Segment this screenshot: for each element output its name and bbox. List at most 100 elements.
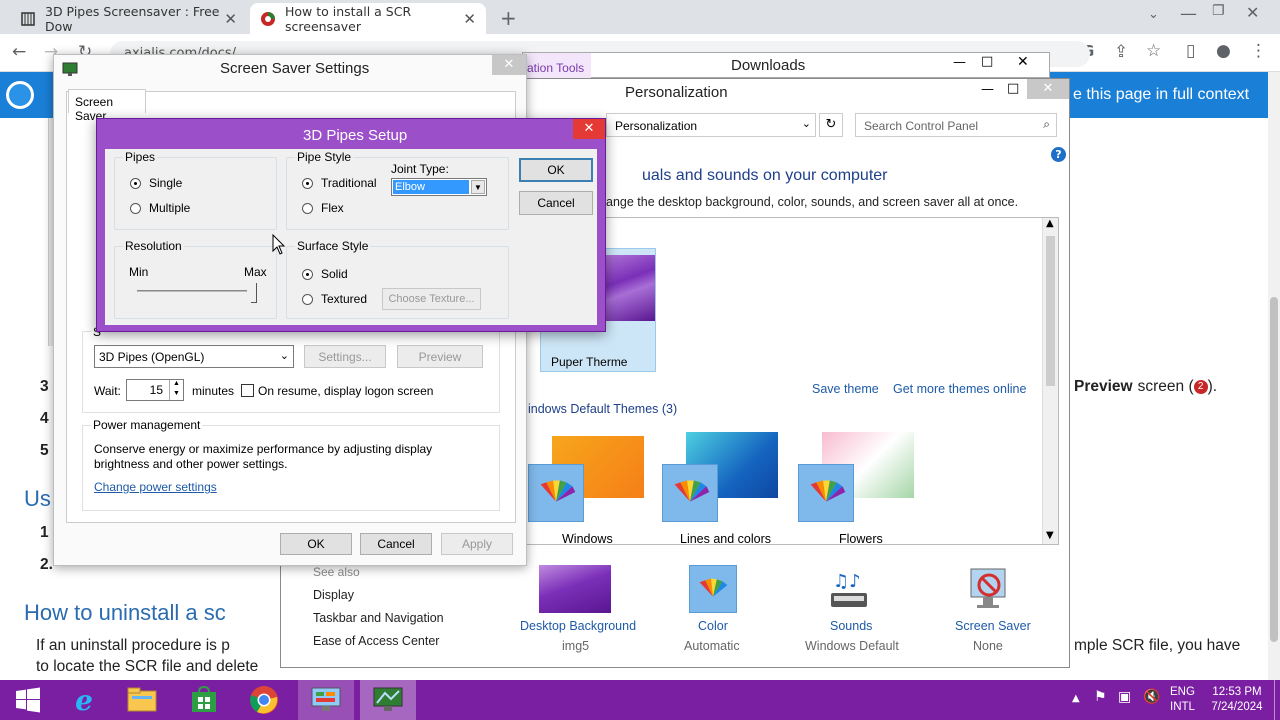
radio-dot[interactable] <box>130 177 141 189</box>
see-also-ease-link[interactable]: Ease of Access Center <box>313 634 439 648</box>
radio-dot[interactable] <box>302 202 313 214</box>
close-tab-icon[interactable]: ✕ <box>463 10 476 28</box>
ok-button[interactable]: OK <box>280 533 352 555</box>
wait-spinner[interactable]: 15 ▲ ▼ <box>126 379 184 401</box>
tray-expand-icon[interactable]: ▲ <box>1072 693 1080 704</box>
explorer-taskbar-icon[interactable] <box>114 680 170 720</box>
language-indicator[interactable]: ENG INTL <box>1170 685 1195 715</box>
new-tab-icon[interactable]: + <box>500 6 517 30</box>
dropdown-arrow-icon[interactable]: ▼ <box>471 180 485 194</box>
cp-breadcrumb[interactable]: Personalization ⌄ <box>606 113 816 137</box>
chrome-taskbar-icon[interactable] <box>236 680 292 720</box>
flag-icon[interactable]: ⚑ <box>1094 689 1107 705</box>
restore-icon[interactable]: ❐ <box>1212 3 1225 19</box>
dropdown-chevron-icon[interactable]: ⌄ <box>280 349 289 362</box>
profile-icon[interactable]: ● <box>1216 41 1231 61</box>
refresh-icon[interactable]: ↻ <box>819 113 843 137</box>
cancel-button[interactable]: Cancel <box>360 533 432 555</box>
radio-single[interactable]: Single <box>130 176 182 190</box>
radio-label: Flex <box>321 201 344 215</box>
cancel-button[interactable]: Cancel <box>519 191 593 215</box>
scrollbar-thumb[interactable] <box>1270 297 1278 642</box>
close-icon[interactable]: ✕ <box>492 55 526 75</box>
sidepanel-icon[interactable]: ▯ <box>1186 41 1195 61</box>
preview-button[interactable]: Preview <box>397 345 483 368</box>
tab-search-chevron-icon[interactable]: ⌄ <box>1148 7 1159 22</box>
radio-dot[interactable] <box>130 202 141 214</box>
screen-saver-link[interactable]: Screen Saver <box>955 619 1031 633</box>
change-power-link[interactable]: Change power settings <box>94 480 217 494</box>
time: 12:53 PM <box>1212 686 1262 698</box>
spin-down-icon[interactable]: ▼ <box>169 390 183 400</box>
close-icon[interactable]: ✕ <box>1017 54 1029 70</box>
get-more-themes-link[interactable]: Get more themes online <box>893 382 1026 396</box>
color-palette-icon[interactable] <box>689 565 737 613</box>
scroll-up-icon[interactable]: ▲ <box>1046 218 1054 229</box>
radio-dot[interactable] <box>302 293 313 305</box>
page-scrollbar[interactable] <box>1268 72 1280 680</box>
screen-saver-taskbar-icon[interactable] <box>360 680 416 720</box>
close-tab-icon[interactable]: ✕ <box>224 10 237 28</box>
radio-flex[interactable]: Flex <box>302 201 344 215</box>
help-icon[interactable]: ? <box>1051 147 1066 162</box>
menu-icon[interactable]: ⋮ <box>1250 41 1267 61</box>
sounds-icon[interactable]: ♫♪ <box>825 565 873 613</box>
color-link[interactable]: Color <box>698 619 728 633</box>
show-desktop-button[interactable] <box>1274 680 1280 720</box>
minimize-icon[interactable]: — <box>953 55 966 70</box>
minimize-icon[interactable]: — <box>1180 4 1197 24</box>
clock[interactable]: 12:53 PM 7/24/2024 <box>1206 685 1268 715</box>
radio-textured[interactable]: Textured <box>302 292 367 306</box>
share-icon[interactable]: ⇪ <box>1114 42 1128 62</box>
maximize-icon[interactable]: □ <box>981 54 993 69</box>
resolution-slider-thumb[interactable] <box>251 283 257 303</box>
banner-link[interactable]: e this page in full context <box>1073 86 1249 104</box>
sounds-link[interactable]: Sounds <box>830 619 872 633</box>
themes-scrollbar[interactable]: ▲ ▼ <box>1042 218 1058 544</box>
bookmark-star-icon[interactable]: ☆ <box>1146 41 1161 61</box>
resume-checkbox[interactable] <box>241 384 254 397</box>
tab-screen-saver[interactable]: Screen Saver <box>68 89 146 123</box>
settings-button[interactable]: Settings... <box>304 345 386 368</box>
close-icon[interactable]: ✕ <box>1027 79 1069 99</box>
radio-dot[interactable] <box>302 268 313 280</box>
tab-how-to-install[interactable]: How to install a SCR screensaver ✕ <box>250 3 486 34</box>
see-also-display-link[interactable]: Display <box>313 588 354 602</box>
dropdown-chevron-icon[interactable]: ⌄ <box>802 117 811 130</box>
close-icon[interactable]: ✕ <box>573 119 605 139</box>
spin-up-icon[interactable]: ▲ <box>169 380 183 390</box>
radio-dot[interactable] <box>302 177 313 189</box>
tab-3d-pipes[interactable]: 3D Pipes Screensaver : Free Dow ✕ <box>10 3 247 34</box>
apply-button[interactable]: Apply <box>441 533 513 555</box>
scroll-down-icon[interactable]: ▼ <box>1046 530 1054 541</box>
resolution-slider-track[interactable] <box>137 290 247 292</box>
see-also-taskbar-link[interactable]: Taskbar and Navigation <box>313 611 444 625</box>
search-control-panel-input[interactable]: Search Control Panel ⌕ <box>855 113 1057 137</box>
scrollbar-thumb[interactable] <box>1046 236 1055 386</box>
desktop-background-thumb[interactable] <box>539 565 611 613</box>
radio-label: Single <box>149 176 183 190</box>
ie-taskbar-icon[interactable]: e <box>56 680 112 720</box>
ok-button[interactable]: OK <box>519 158 593 182</box>
close-window-icon[interactable]: ✕ <box>1246 3 1259 22</box>
network-icon[interactable]: ▣ <box>1118 689 1131 705</box>
save-theme-link[interactable]: Save theme <box>812 382 879 396</box>
joint-type-select[interactable]: Elbow ▼ <box>391 178 487 196</box>
start-button[interactable] <box>0 680 56 720</box>
radio-traditional[interactable]: Traditional <box>302 176 377 190</box>
volume-muted-icon[interactable]: 🔇 <box>1143 689 1160 705</box>
maximize-icon[interactable]: □ <box>1007 81 1019 96</box>
radio-solid[interactable]: Solid <box>302 267 348 281</box>
screen-saver-icon[interactable] <box>965 565 1013 613</box>
screen-saver-select[interactable]: 3D Pipes (OpenGL) ⌄ <box>94 345 294 368</box>
lang-bottom: INTL <box>1170 701 1195 713</box>
minimize-icon[interactable]: — <box>981 82 994 97</box>
store-taskbar-icon[interactable] <box>176 680 232 720</box>
back-icon[interactable]: ← <box>12 42 26 62</box>
choose-texture-button[interactable]: Choose Texture... <box>382 288 481 310</box>
radio-multiple[interactable]: Multiple <box>130 201 190 215</box>
ribbon-tools-tab[interactable]: ation Tools <box>523 53 591 78</box>
control-panel-taskbar-icon[interactable] <box>298 680 354 720</box>
search-icon[interactable]: ⌕ <box>1043 117 1050 132</box>
desktop-background-link[interactable]: Desktop Background <box>520 619 636 633</box>
